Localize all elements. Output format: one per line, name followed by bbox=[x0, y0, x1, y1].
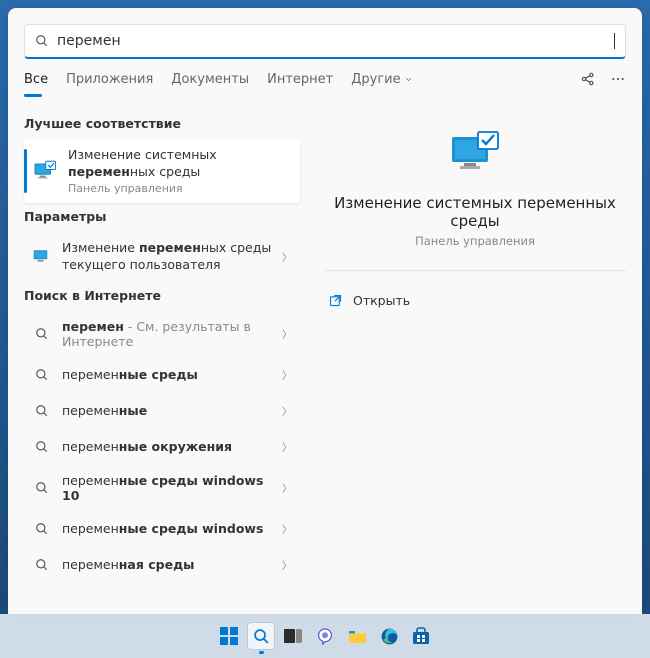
result-settings-env-current-user[interactable]: Изменение переменных среды текущего поль… bbox=[24, 232, 300, 282]
suggestion-text: переменные окружения bbox=[62, 439, 276, 454]
section-web-search: Поиск в Интернете bbox=[24, 288, 308, 303]
suggestion-text: переменная среды bbox=[62, 557, 276, 572]
search-icon bbox=[32, 324, 52, 344]
chevron-right-icon: 〉 bbox=[282, 403, 292, 418]
search-bar[interactable]: перемен bbox=[24, 24, 626, 59]
tab-more[interactable]: Другие bbox=[351, 72, 412, 97]
search-icon bbox=[32, 519, 52, 539]
web-search-suggestion[interactable]: переменные среды 〉 bbox=[24, 357, 300, 393]
action-label: Открыть bbox=[353, 293, 410, 308]
taskbar-taskview[interactable] bbox=[280, 623, 306, 649]
chevron-right-icon: 〉 bbox=[282, 557, 292, 572]
monitor-settings-icon bbox=[32, 247, 52, 267]
search-icon bbox=[32, 365, 52, 385]
preview-title: Изменение системных переменных среды bbox=[324, 194, 626, 230]
result-title: Изменение переменных среды текущего поль… bbox=[62, 240, 276, 274]
monitor-check-icon bbox=[32, 158, 58, 184]
results-content: Лучшее соответствие Изменение системных … bbox=[8, 98, 642, 614]
web-search-suggestion[interactable]: перемен - См. результаты в Интернете 〉 bbox=[24, 311, 300, 357]
suggestion-text: переменные среды bbox=[62, 367, 276, 382]
taskbar-store[interactable] bbox=[408, 623, 434, 649]
tab-web[interactable]: Интернет bbox=[267, 72, 333, 97]
suggestion-text: переменные среды windows 10 bbox=[62, 473, 276, 503]
taskbar-start[interactable] bbox=[216, 623, 242, 649]
chevron-down-icon bbox=[404, 75, 413, 84]
tab-documents[interactable]: Документы bbox=[171, 72, 249, 97]
suggestion-text: переменные среды windows bbox=[62, 521, 276, 536]
share-icon[interactable] bbox=[580, 71, 596, 87]
preview-subtitle: Панель управления bbox=[415, 234, 535, 248]
action-open[interactable]: Открыть bbox=[324, 287, 626, 314]
chevron-right-icon: 〉 bbox=[282, 249, 292, 264]
chevron-right-icon: 〉 bbox=[282, 439, 292, 454]
more-icon[interactable] bbox=[610, 71, 626, 87]
search-icon bbox=[35, 34, 49, 48]
web-search-suggestion[interactable]: переменные среды windows 10 〉 bbox=[24, 465, 300, 511]
search-icon bbox=[32, 437, 52, 457]
taskbar-edge[interactable] bbox=[376, 623, 402, 649]
search-icon bbox=[32, 555, 52, 575]
search-panel: перемен Все Приложения Документы Интерне… bbox=[8, 8, 642, 614]
search-icon bbox=[32, 401, 52, 421]
chevron-right-icon: 〉 bbox=[282, 367, 292, 382]
section-settings: Параметры bbox=[24, 209, 308, 224]
search-input[interactable]: перемен bbox=[57, 33, 615, 49]
taskbar-explorer[interactable] bbox=[344, 623, 370, 649]
suggestion-text: переменные bbox=[62, 403, 276, 418]
chevron-right-icon: 〉 bbox=[282, 521, 292, 536]
tab-all[interactable]: Все bbox=[24, 72, 48, 97]
filter-tabs: Все Приложения Документы Интернет Другие bbox=[8, 59, 642, 98]
result-best-match[interactable]: Изменение системных переменных среды Пан… bbox=[24, 139, 300, 203]
monitor-check-icon bbox=[449, 130, 501, 180]
result-title: Изменение системных переменных среды bbox=[68, 147, 292, 181]
tab-apps[interactable]: Приложения bbox=[66, 72, 153, 97]
chevron-right-icon: 〉 bbox=[282, 480, 292, 495]
open-icon bbox=[328, 293, 343, 308]
web-search-suggestion[interactable]: переменные 〉 bbox=[24, 393, 300, 429]
web-search-suggestion[interactable]: переменные среды windows 〉 bbox=[24, 511, 300, 547]
section-best-match: Лучшее соответствие bbox=[24, 116, 308, 131]
taskbar bbox=[0, 614, 650, 658]
web-search-suggestion[interactable]: переменная среды 〉 bbox=[24, 547, 300, 583]
web-search-suggestion[interactable]: переменные окружения 〉 bbox=[24, 429, 300, 465]
taskbar-search[interactable] bbox=[248, 623, 274, 649]
taskbar-chat[interactable] bbox=[312, 623, 338, 649]
suggestion-text: перемен - См. результаты в Интернете bbox=[62, 319, 276, 349]
divider bbox=[324, 270, 626, 271]
chevron-right-icon: 〉 bbox=[282, 326, 292, 341]
search-icon bbox=[32, 478, 52, 498]
text-cursor bbox=[614, 33, 615, 49]
preview-pane: Изменение системных переменных среды Пан… bbox=[308, 98, 642, 614]
results-list: Лучшее соответствие Изменение системных … bbox=[8, 98, 308, 614]
result-subtitle: Панель управления bbox=[68, 182, 292, 195]
